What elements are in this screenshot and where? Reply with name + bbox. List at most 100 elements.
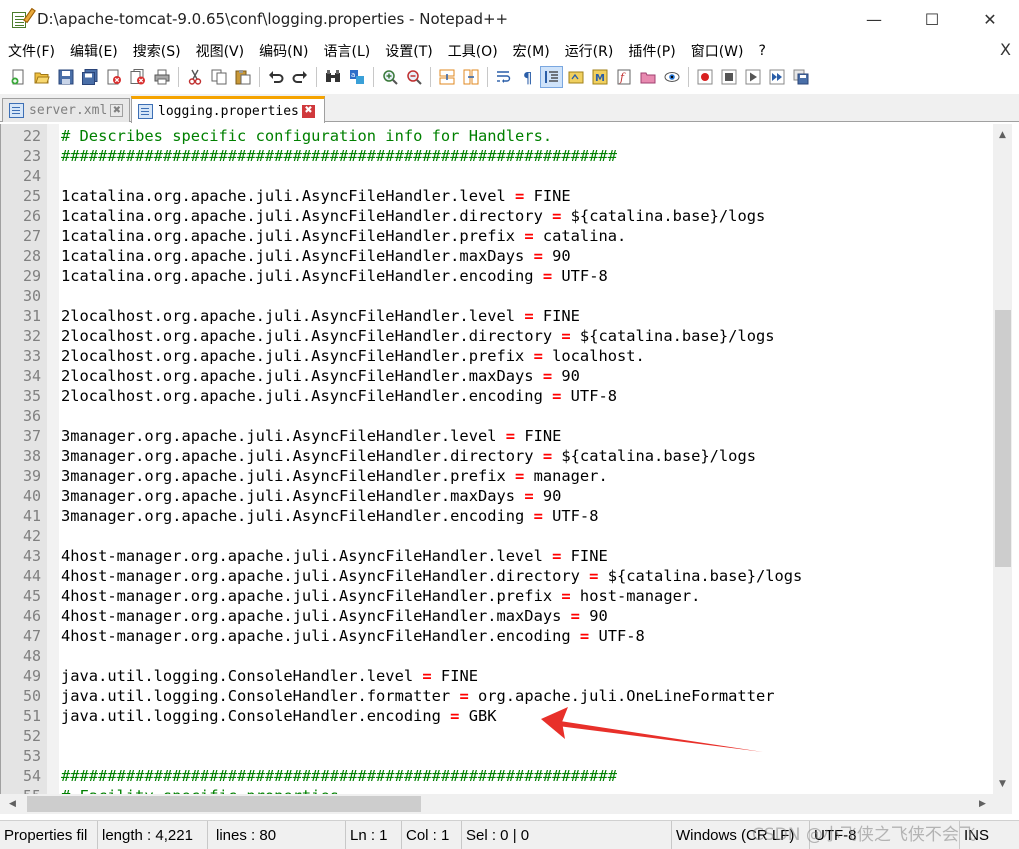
sync-vertical-icon[interactable] <box>435 66 458 88</box>
sync-horizontal-icon[interactable] <box>459 66 482 88</box>
code-line[interactable]: 43 4host-manager.org.apache.juli.AsyncFil… <box>1 546 608 566</box>
scroll-left-icon[interactable]: ◀ <box>3 794 22 814</box>
code-line[interactable]: 24 <box>1 166 41 186</box>
undo-icon[interactable] <box>264 66 287 88</box>
menu-file[interactable]: 文件(F) <box>8 41 55 61</box>
menu-view[interactable]: 视图(V) <box>196 41 245 61</box>
play-macro-icon[interactable] <box>741 66 764 88</box>
horizontal-scrollbar[interactable]: ◀ ▶ <box>0 794 993 814</box>
vertical-scrollbar[interactable]: ▲ ▼ <box>993 124 1012 794</box>
open-file-icon[interactable] <box>30 66 53 88</box>
zoom-in-icon[interactable] <box>378 66 401 88</box>
find-icon[interactable] <box>321 66 344 88</box>
scroll-right-icon[interactable]: ▶ <box>973 794 992 814</box>
maximize-button[interactable]: ☐ <box>903 0 961 38</box>
function-list-icon[interactable]: f <box>612 66 635 88</box>
menu-window[interactable]: 窗口(W) <box>691 41 744 61</box>
code-line[interactable]: 28 1catalina.org.apache.juli.AsyncFileHan… <box>1 246 571 266</box>
menu-edit[interactable]: 编辑(E) <box>70 41 118 61</box>
close-document-button[interactable]: X <box>1000 40 1011 59</box>
editor-area[interactable]: 22 # Describes specific configuration inf… <box>0 124 993 794</box>
record-macro-icon[interactable] <box>693 66 716 88</box>
menu-settings[interactable]: 设置(T) <box>385 41 432 61</box>
udl-icon[interactable] <box>564 66 587 88</box>
menu-language[interactable]: 语言(L) <box>324 41 371 61</box>
tab-server-xml[interactable]: server.xml ✖ <box>2 98 130 122</box>
code-line[interactable]: 22 # Describes specific configuration inf… <box>1 126 552 146</box>
code-line[interactable]: 23 ######################################… <box>1 146 617 166</box>
indent-guide-icon[interactable] <box>540 66 563 88</box>
close-icon: ✕ <box>983 9 997 29</box>
code-line[interactable]: 44 4host-manager.org.apache.juli.AsyncFil… <box>1 566 802 586</box>
code-line[interactable]: 50 java.util.logging.ConsoleHandler.forma… <box>1 686 775 706</box>
code-line[interactable]: 49 java.util.logging.ConsoleHandler.level… <box>1 666 478 686</box>
cut-icon[interactable] <box>183 66 206 88</box>
word-wrap-icon[interactable] <box>492 66 515 88</box>
code-line[interactable]: 41 3manager.org.apache.juli.AsyncFileHand… <box>1 506 599 526</box>
code-line[interactable]: 29 1catalina.org.apache.juli.AsyncFileHan… <box>1 266 608 286</box>
code-line[interactable]: 30 <box>1 286 41 306</box>
code-line[interactable]: 38 3manager.org.apache.juli.AsyncFileHand… <box>1 446 756 466</box>
run-macro-multiple-icon[interactable] <box>765 66 788 88</box>
close-all-icon[interactable] <box>126 66 149 88</box>
menu-tools[interactable]: 工具(O) <box>448 41 498 61</box>
code-line[interactable]: 33 2localhost.org.apache.juli.AsyncFileHa… <box>1 346 645 366</box>
code-line[interactable]: 53 <box>1 746 41 766</box>
menu-search[interactable]: 搜索(S) <box>133 41 181 61</box>
code-line[interactable]: 55 # Facility specific properties. <box>1 786 348 794</box>
code-line[interactable]: 47 4host-manager.org.apache.juli.AsyncFil… <box>1 626 645 646</box>
code-line[interactable]: 34 2localhost.org.apache.juli.AsyncFileHa… <box>1 366 580 386</box>
save-macro-icon[interactable] <box>789 66 812 88</box>
tab-logging-properties[interactable]: logging.properties ✖ <box>131 96 325 123</box>
menu-plugins[interactable]: 插件(P) <box>628 41 675 61</box>
save-all-icon[interactable] <box>78 66 101 88</box>
copy-icon[interactable] <box>207 66 230 88</box>
code-line[interactable]: 25 1catalina.org.apache.juli.AsyncFileHan… <box>1 186 571 206</box>
stop-macro-icon[interactable] <box>717 66 740 88</box>
zoom-out-icon[interactable] <box>402 66 425 88</box>
horizontal-scroll-thumb[interactable] <box>27 796 421 812</box>
comment-text: ########################################… <box>61 767 617 785</box>
close-icon[interactable] <box>102 66 125 88</box>
save-icon[interactable] <box>54 66 77 88</box>
paste-icon[interactable] <box>231 66 254 88</box>
code-line[interactable]: 36 <box>1 406 41 426</box>
scroll-down-icon[interactable]: ▼ <box>993 775 1012 792</box>
show-all-chars-icon[interactable]: ¶ <box>516 66 539 88</box>
code-line[interactable]: 54 ######################################… <box>1 766 617 786</box>
tab-label: server.xml <box>29 103 108 118</box>
code-line[interactable]: 52 <box>1 726 41 746</box>
tab-close-icon[interactable]: ✖ <box>110 104 124 117</box>
replace-icon[interactable]: a <box>345 66 368 88</box>
menu-help[interactable]: ? <box>759 43 766 59</box>
code-line[interactable]: 48 <box>1 646 41 666</box>
menu-macro[interactable]: 宏(M) <box>513 41 550 61</box>
code-line[interactable]: 51 java.util.logging.ConsoleHandler.encod… <box>1 706 497 726</box>
code-line[interactable]: 45 4host-manager.org.apache.juli.AsyncFil… <box>1 586 700 606</box>
code-line[interactable]: 37 3manager.org.apache.juli.AsyncFileHand… <box>1 426 561 446</box>
redo-icon[interactable] <box>288 66 311 88</box>
scroll-up-icon[interactable]: ▲ <box>993 126 1012 143</box>
folder-workspace-icon[interactable] <box>636 66 659 88</box>
new-file-icon[interactable] <box>6 66 29 88</box>
code-line[interactable]: 39 3manager.org.apache.juli.AsyncFileHand… <box>1 466 608 486</box>
code-line[interactable]: 27 1catalina.org.apache.juli.AsyncFileHan… <box>1 226 626 246</box>
doc-map-icon[interactable]: M <box>588 66 611 88</box>
code-line[interactable]: 46 4host-manager.org.apache.juli.AsyncFil… <box>1 606 608 626</box>
code-line[interactable]: 26 1catalina.org.apache.juli.AsyncFileHan… <box>1 206 765 226</box>
vertical-scroll-thumb[interactable] <box>995 310 1011 567</box>
code-line[interactable]: 32 2localhost.org.apache.juli.AsyncFileHa… <box>1 326 775 346</box>
menu-run[interactable]: 运行(R) <box>565 41 614 61</box>
code-line[interactable]: 35 2localhost.org.apache.juli.AsyncFileHa… <box>1 386 617 406</box>
code-line[interactable]: 40 3manager.org.apache.juli.AsyncFileHand… <box>1 486 561 506</box>
code-line[interactable]: 31 2localhost.org.apache.juli.AsyncFileHa… <box>1 306 580 326</box>
close-window-button[interactable]: ✕ <box>961 0 1019 38</box>
monitoring-icon[interactable] <box>660 66 683 88</box>
code-line[interactable]: 42 <box>1 526 41 546</box>
minimize-icon: — <box>866 9 882 29</box>
line-number: 48 <box>22 647 41 665</box>
menu-encoding[interactable]: 编码(N) <box>259 41 308 61</box>
tab-close-icon[interactable]: ✖ <box>301 104 315 118</box>
print-icon[interactable] <box>150 66 173 88</box>
minimize-button[interactable]: — <box>845 0 903 38</box>
